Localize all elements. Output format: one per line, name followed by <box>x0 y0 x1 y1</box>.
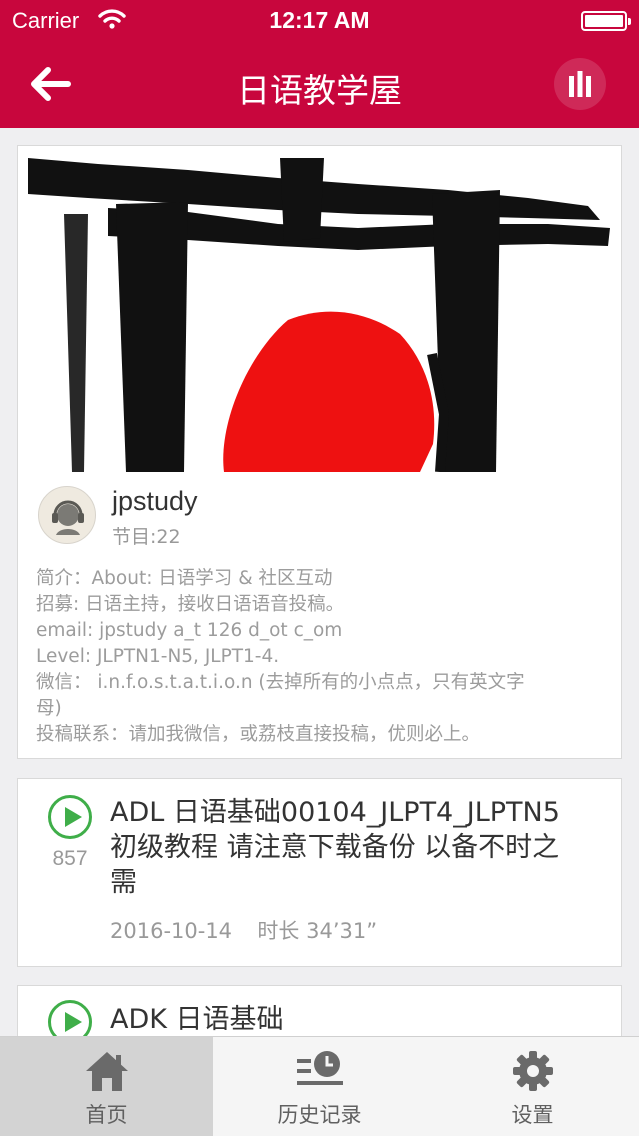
episode-title-line: ADL 日语基础00104_JLPT4_JLPTN5 <box>110 797 560 828</box>
description-line: Level: JLPTN1-N5, JLPT1-4. <box>36 646 280 667</box>
description-line: 简介：About: 日语学习 & 社区互动 <box>36 568 333 589</box>
equalizer-icon <box>569 71 591 97</box>
play-count: 857 <box>52 847 88 870</box>
episode-card[interactable]: ADK 日语基础 <box>17 985 622 1036</box>
episode-date: 2016-10-14 <box>110 919 233 943</box>
podcast-avatar <box>38 486 96 544</box>
description-line: 投稿联系：请加我微信，或荔枝直接投稿，优则必上。 <box>36 724 481 745</box>
status-bar: Carrier 12:17 AM <box>0 0 639 42</box>
description-line: 母) <box>36 698 62 719</box>
play-icon[interactable] <box>48 1000 92 1036</box>
episode-title-line: ADK 日语基础 <box>110 1004 284 1035</box>
torii-banner-image <box>28 154 612 472</box>
podcast-info-card: jpstudy 节目:22 简介：About: 日语学习 & 社区互动 招募: … <box>17 145 622 759</box>
play-icon[interactable] <box>48 795 92 839</box>
episode-title-line: 初级教程 请注意下载备份 以备不时之 <box>110 832 560 863</box>
podcast-name: jpstudy <box>112 486 198 516</box>
episode-count: 节目:22 <box>112 526 181 548</box>
episode-title: ADL 日语基础00104_JLPT4_JLPTN5 初级教程 请注意下载备份 … <box>110 795 615 900</box>
gear-icon <box>513 1051 553 1091</box>
tab-label: 首页 <box>85 1103 128 1127</box>
history-icon <box>297 1051 343 1085</box>
tab-history[interactable]: 历史记录 <box>213 1037 426 1136</box>
battery-icon <box>581 11 631 31</box>
content-scroll[interactable]: jpstudy 节目:22 简介：About: 日语学习 & 社区互动 招募: … <box>0 128 639 1036</box>
podcast-description: 简介：About: 日语学习 & 社区互动 招募: 日语主持，接收日语语音投稿。… <box>36 566 616 748</box>
tab-settings[interactable]: 设置 <box>426 1037 639 1136</box>
episode-title-line: 需 <box>110 867 137 898</box>
tab-label: 历史记录 <box>277 1103 362 1127</box>
headphone-avatar-icon <box>52 500 84 535</box>
episode-card[interactable]: 857 ADL 日语基础00104_JLPT4_JLPTN5 初级教程 请注意下… <box>17 778 622 967</box>
page-title: 日语教学屋 <box>237 71 402 110</box>
description-line: email: jpstudy a_t 126 d_ot c_om <box>36 620 343 641</box>
tab-home[interactable]: 首页 <box>0 1037 213 1136</box>
now-playing-button[interactable] <box>554 58 606 110</box>
description-line: 招募: 日语主持，接收日语语音投稿。 <box>36 594 345 615</box>
home-icon <box>86 1052 128 1091</box>
episode-title: ADK 日语基础 <box>110 1002 615 1036</box>
episode-meta: 2016-10-14 时长 34’31” <box>110 915 377 945</box>
top-bar: Carrier 12:17 AM 日语教学屋 <box>0 0 639 128</box>
tab-label: 设置 <box>511 1103 554 1127</box>
status-time: 12:17 AM <box>269 7 370 33</box>
episode-duration: 时长 34’31” <box>257 919 378 943</box>
tab-bar: 首页 历史记录 设置 <box>0 1036 639 1136</box>
description-line: 微信： i.n.f.o.s.t.a.t.i.o.n (去掉所有的小点点，只有英文… <box>36 672 525 693</box>
